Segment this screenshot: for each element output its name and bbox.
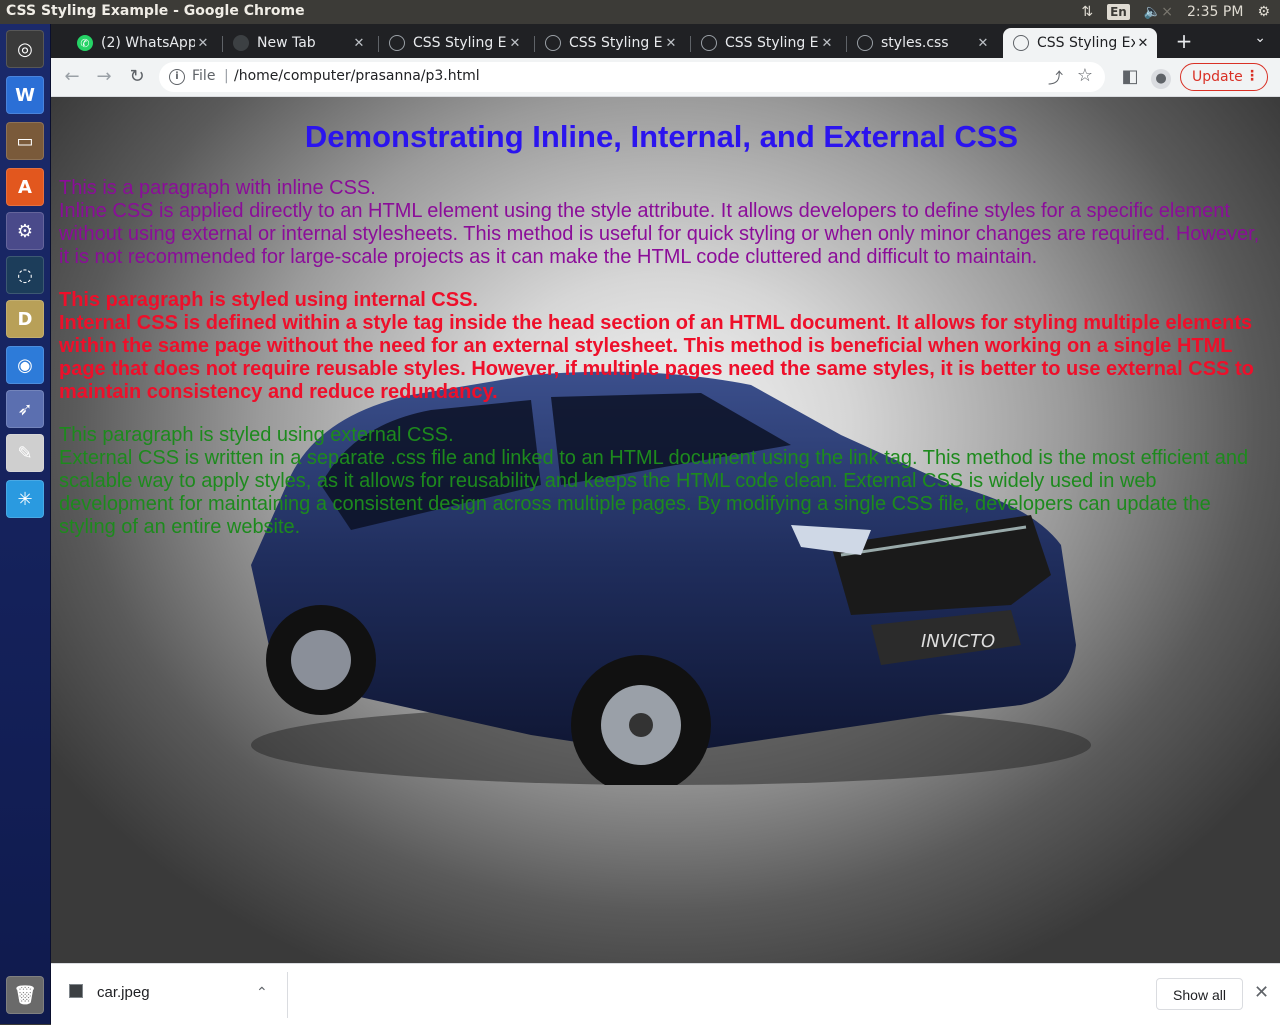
trash-icon[interactable]: 🗑	[6, 976, 44, 1014]
keyboard-layout-indicator[interactable]: En	[1107, 4, 1130, 20]
tab-strip: ✆ (2) WhatsApp ✕ New Tab ✕ CSS Styling E…	[51, 24, 1280, 58]
tab-search-chevron-icon[interactable]: ⌄	[1254, 30, 1266, 46]
address-bar[interactable]: i File | /home/computer/prasanna/p3.html…	[159, 62, 1105, 92]
inline-css-paragraph: This is a paragraph with inline CSS. Inl…	[59, 177, 1264, 269]
globe-icon	[701, 35, 717, 51]
bird-app-icon[interactable]: ➶	[6, 390, 44, 428]
url-text[interactable]: /home/computer/prasanna/p3.html	[234, 68, 480, 84]
tab-label: New Tab	[257, 35, 316, 51]
url-divider: |	[224, 68, 229, 84]
internal-css-body: Internal CSS is defined within a style t…	[59, 312, 1254, 403]
dash-home-icon[interactable]: ◎	[6, 30, 44, 68]
tab-label: CSS Styling Ex	[413, 35, 507, 51]
site-info-icon[interactable]: i	[169, 69, 185, 85]
inline-css-title: This is a paragraph with inline CSS.	[59, 177, 376, 199]
tab-label: CSS Styling Ex	[725, 35, 819, 51]
close-tab-icon[interactable]: ✕	[975, 36, 991, 51]
close-tab-icon[interactable]: ✕	[507, 36, 523, 51]
side-panel-icon[interactable]: ◧	[1117, 65, 1143, 89]
tab-label: styles.css	[881, 35, 949, 51]
external-css-title: This paragraph is styled using external …	[59, 424, 454, 446]
chevron-up-icon[interactable]: ⌃	[256, 984, 268, 1001]
software-center-icon[interactable]: A	[6, 168, 44, 206]
sync-app-icon[interactable]: ◌	[6, 256, 44, 294]
system-settings-icon[interactable]: ⚙	[6, 212, 44, 250]
close-tab-icon[interactable]: ✕	[819, 36, 835, 51]
new-tab-button[interactable]: +	[1172, 29, 1196, 53]
globe-icon	[1013, 35, 1029, 51]
tab-css-styling-3[interactable]: CSS Styling Ex ✕	[691, 28, 841, 58]
page-heading: Demonstrating Inline, Internal, and Exte…	[304, 119, 1019, 154]
reload-button[interactable]: ↻	[124, 65, 150, 89]
dosbox-icon[interactable]: D	[6, 300, 44, 338]
text-editor-icon[interactable]: ✎	[6, 434, 44, 472]
show-all-button[interactable]: Show all	[1156, 978, 1243, 1010]
files-icon[interactable]: ▭	[6, 122, 44, 160]
volume-muted-icon[interactable]: 🔈×	[1144, 4, 1173, 20]
whatsapp-icon: ✆	[77, 35, 93, 51]
download-shelf: car.jpeg ⌃ Show all ✕	[51, 963, 1280, 1025]
browser-toolbar: ← → ↻ i File | /home/computer/prasanna/p…	[51, 58, 1280, 97]
blue-app-icon[interactable]: ✳	[6, 480, 44, 518]
kebab-menu-icon[interactable]: ⋮	[1245, 68, 1259, 84]
globe-icon	[389, 35, 405, 51]
tab-label: (2) WhatsApp	[101, 35, 195, 51]
download-item[interactable]: car.jpeg	[69, 984, 150, 1001]
globe-icon	[545, 35, 561, 51]
chrome-icon[interactable]: ◉	[6, 346, 44, 384]
close-tab-icon[interactable]: ✕	[195, 36, 211, 51]
external-css-body: External CSS is written in a separate .c…	[59, 447, 1249, 538]
car-badge-text: INVICTO	[921, 631, 995, 652]
close-tab-icon[interactable]: ✕	[663, 36, 679, 51]
internal-css-paragraph: This paragraph is styled using internal …	[59, 289, 1264, 404]
system-tray: ⇅ En 🔈× 2:35 PM ⚙	[1081, 0, 1280, 24]
globe-icon	[857, 35, 873, 51]
forward-button[interactable]: →	[91, 65, 117, 89]
inline-css-body: Inline CSS is applied directly to an HTM…	[59, 200, 1260, 268]
page-viewport: INVICTO Demonstrating Inline, Internal, …	[51, 97, 1280, 963]
close-icon[interactable]: ✕	[1254, 982, 1269, 1003]
bookmark-star-icon[interactable]: ☆	[1077, 65, 1093, 86]
update-label: Update	[1192, 69, 1243, 85]
tab-css-styling-2[interactable]: CSS Styling Ex ✕	[535, 28, 685, 58]
tab-whatsapp[interactable]: ✆ (2) WhatsApp ✕	[67, 28, 217, 58]
network-icon[interactable]: ⇅	[1081, 4, 1093, 20]
launcher: ◎ W ▭ A ⚙ ◌ D ◉ ➶ ✎ ✳ 🗑	[0, 24, 51, 1024]
file-icon	[69, 984, 83, 998]
share-icon[interactable]: ⤴	[1048, 67, 1063, 88]
tab-css-styling-1[interactable]: CSS Styling Ex ✕	[379, 28, 529, 58]
wps-writer-icon[interactable]: W	[6, 76, 44, 114]
tab-label: CSS Styling Ex	[1037, 35, 1135, 51]
divider	[287, 972, 288, 1018]
new-tab-icon	[233, 35, 249, 51]
tab-styles-css[interactable]: styles.css ✕	[847, 28, 997, 58]
close-tab-icon[interactable]: ✕	[1135, 36, 1151, 51]
update-button[interactable]: Update ⋮	[1180, 63, 1268, 91]
tab-css-styling-active[interactable]: CSS Styling Ex ✕	[1003, 28, 1157, 58]
download-filename: car.jpeg	[97, 984, 150, 1001]
tab-label: CSS Styling Ex	[569, 35, 663, 51]
profile-avatar-icon[interactable]: ●	[1148, 65, 1174, 89]
page-content: Demonstrating Inline, Internal, and Exte…	[59, 97, 1264, 539]
clock[interactable]: 2:35 PM	[1187, 4, 1243, 20]
url-scheme-label: File	[192, 68, 216, 84]
tab-new-tab[interactable]: New Tab ✕	[223, 28, 373, 58]
power-gear-icon[interactable]: ⚙	[1257, 4, 1270, 20]
back-button[interactable]: ←	[59, 65, 85, 89]
window-title: CSS Styling Example - Google Chrome	[6, 3, 305, 19]
external-css-paragraph: This paragraph is styled using external …	[59, 424, 1264, 539]
system-top-bar: CSS Styling Example - Google Chrome ⇅ En…	[0, 0, 1280, 24]
close-tab-icon[interactable]: ✕	[351, 36, 367, 51]
internal-css-title: This paragraph is styled using internal …	[59, 289, 478, 311]
